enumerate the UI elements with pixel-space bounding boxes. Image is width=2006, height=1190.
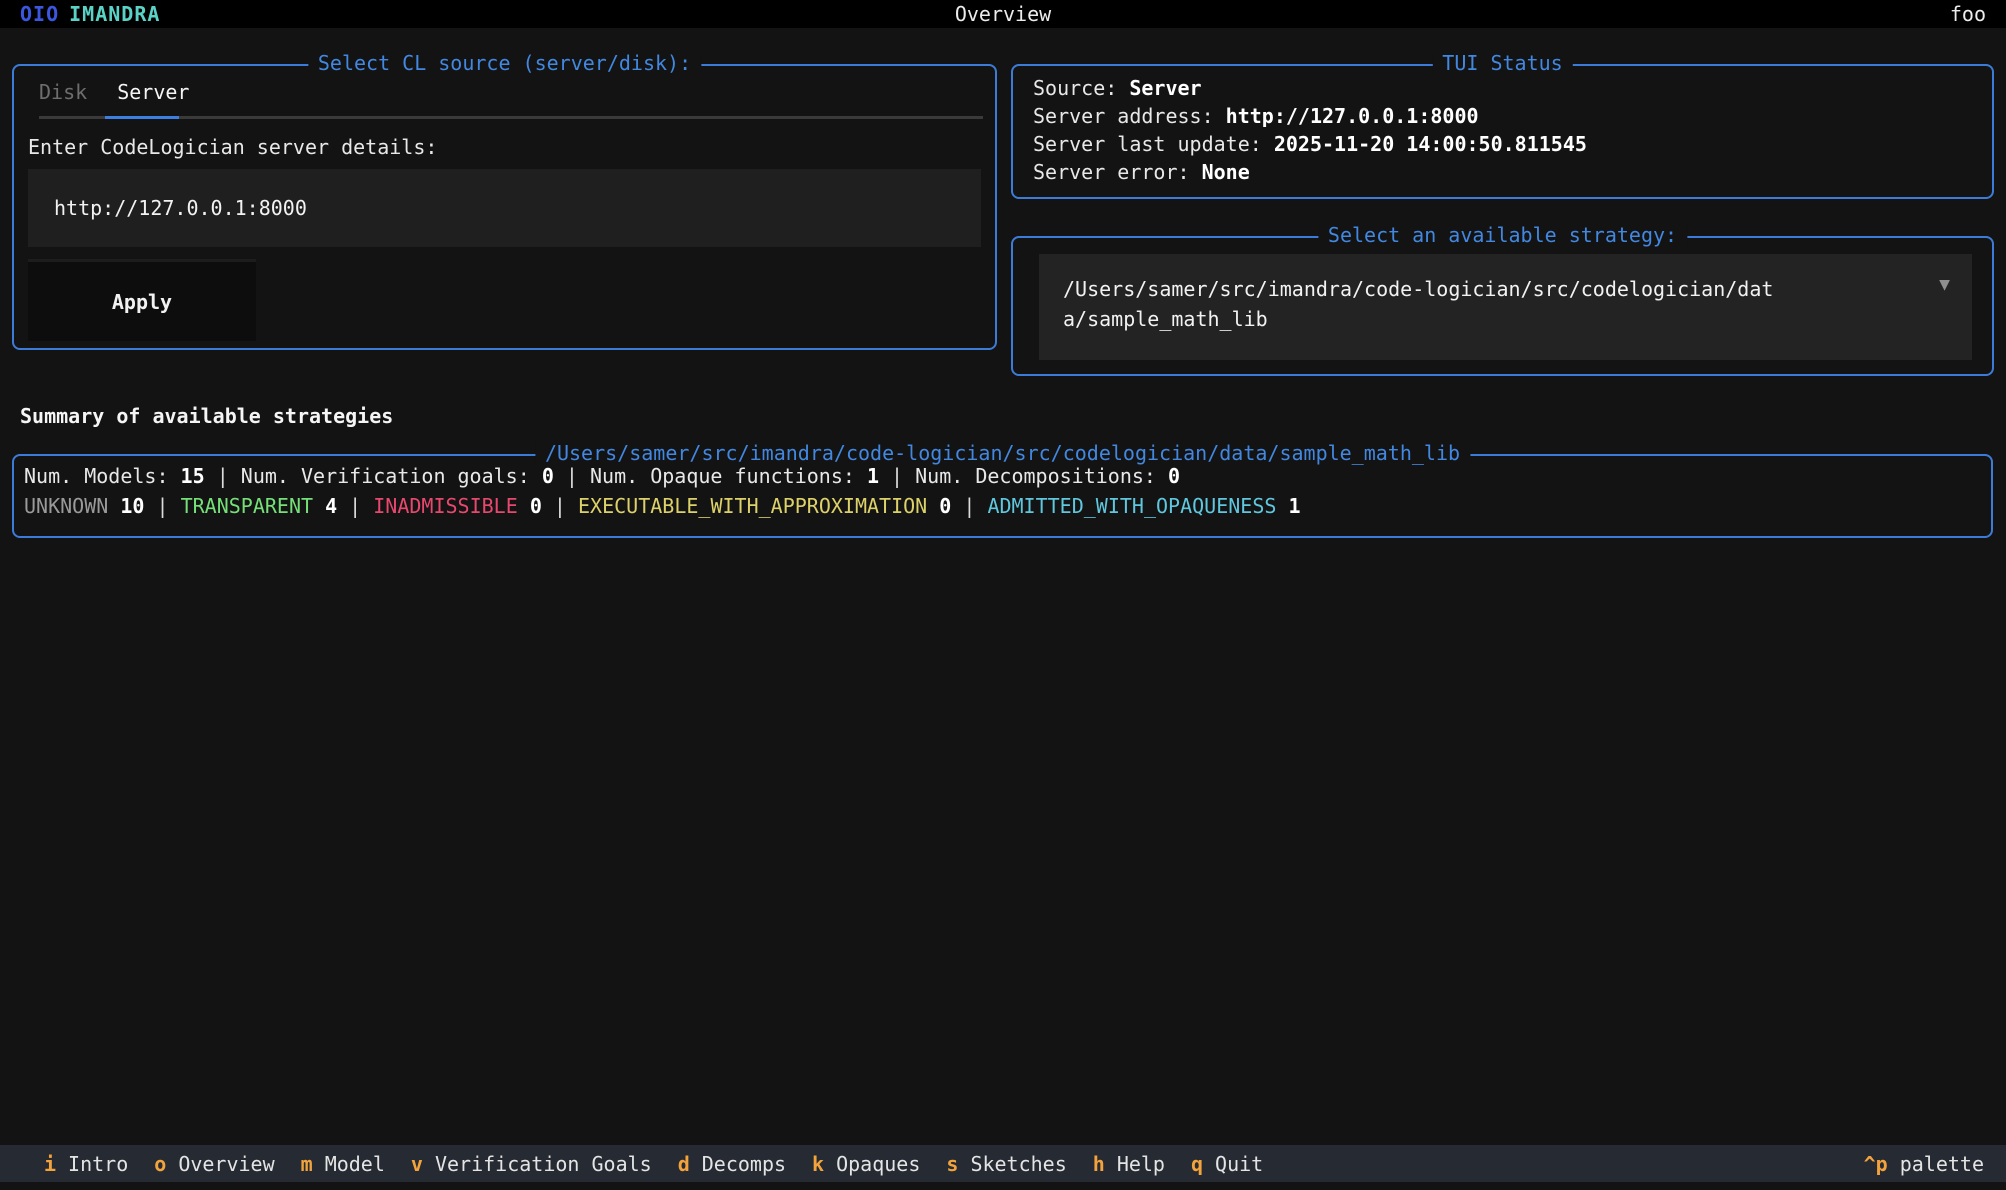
header-bar: OIO IMANDRA Overview foo <box>0 0 2006 28</box>
footer-item-verification-goals[interactable]: vVerification Goals <box>411 1152 652 1176</box>
footer-item-help[interactable]: hHelp <box>1093 1152 1165 1176</box>
tui-status-panel: TUI Status Source: Server Server address… <box>1011 64 1994 199</box>
server-details-label: Enter CodeLogician server details: <box>28 135 995 159</box>
strategy-selected-value: /Users/samer/src/imandra/code-logician/s… <box>1063 274 1783 334</box>
footer-item-quit[interactable]: qQuit <box>1191 1152 1263 1176</box>
right-column: TUI Status Source: Server Server address… <box>1011 64 1994 376</box>
tui-status-rows: Source: Server Server address: http://12… <box>1013 66 1992 194</box>
status-inadmissible-label: INADMISSIBLE <box>373 494 518 518</box>
tui-status-panel-title: TUI Status <box>1432 51 1572 75</box>
strategy-select[interactable]: /Users/samer/src/imandra/code-logician/s… <box>1039 254 1972 360</box>
active-tab-underline <box>105 116 179 119</box>
footer-item-intro[interactable]: iIntro <box>44 1152 128 1176</box>
status-row-error: Server error: None <box>1033 158 1972 186</box>
main-content: Select CL source (server/disk): Disk Ser… <box>0 28 2006 1190</box>
logo-imandra: IMANDRA <box>69 2 160 26</box>
top-row: Select CL source (server/disk): Disk Ser… <box>12 64 1994 376</box>
summary-stats-line2: UNKNOWN 10 | TRANSPARENT 4 | INADMISSIBL… <box>24 491 1981 521</box>
footer-item-sketches[interactable]: sSketches <box>946 1152 1066 1176</box>
cl-source-panel-body: Disk Server Enter CodeLogician server de… <box>14 66 995 341</box>
tab-server[interactable]: Server <box>117 80 189 104</box>
header-right-text: foo <box>1950 2 1986 26</box>
status-row-source: Source: Server <box>1033 74 1972 102</box>
status-transparent-label: TRANSPARENT <box>181 494 313 518</box>
source-tabs: Disk Server <box>14 80 995 104</box>
summary-heading: Summary of available strategies <box>20 404 1994 428</box>
chevron-down-icon: ▼ <box>1939 274 1950 295</box>
apply-button[interactable]: Apply <box>28 259 256 341</box>
footer-keybar: iIntro oOverview mModel vVerification Go… <box>0 1145 2006 1182</box>
cl-source-panel-title: Select CL source (server/disk): <box>308 51 701 75</box>
logo-oio: OIO <box>20 2 59 26</box>
tab-disk[interactable]: Disk <box>39 80 87 104</box>
status-row-last-update: Server last update: 2025-11-20 14:00:50.… <box>1033 130 1972 158</box>
server-address-value: http://127.0.0.1:8000 <box>54 196 307 220</box>
apply-button-label: Apply <box>112 290 172 314</box>
app-logo: OIO IMANDRA <box>20 2 160 26</box>
footer-item-model[interactable]: mModel <box>301 1152 385 1176</box>
summary-stats: Num. Models: 15 | Num. Verification goal… <box>14 456 1991 526</box>
strategy-panel-title: Select an available strategy: <box>1318 223 1687 247</box>
cl-source-panel: Select CL source (server/disk): Disk Ser… <box>12 64 997 350</box>
strategy-summary-panel: /Users/samer/src/imandra/code-logician/s… <box>12 454 1993 538</box>
summary-stats-line1: Num. Models: 15 | Num. Verification goal… <box>24 461 1981 491</box>
status-executable-label: EXECUTABLE_WITH_APPROXIMATION <box>578 494 927 518</box>
app-window: OIO IMANDRA Overview foo Select CL source… <box>0 0 2006 1190</box>
strategy-summary-panel-title: /Users/samer/src/imandra/code-logician/s… <box>535 441 1470 465</box>
footer-item-palette[interactable]: ^ppalette <box>1864 1152 1984 1176</box>
status-unknown-label: UNKNOWN <box>24 494 108 518</box>
strategy-panel: Select an available strategy: /Users/sam… <box>1011 236 1994 376</box>
page-title: Overview <box>955 2 1051 26</box>
status-row-address: Server address: http://127.0.0.1:8000 <box>1033 102 1972 130</box>
footer-item-decomps[interactable]: dDecomps <box>678 1152 786 1176</box>
server-address-input[interactable]: http://127.0.0.1:8000 <box>28 169 981 247</box>
tab-underline-track <box>39 116 983 119</box>
status-admitted-label: ADMITTED_WITH_OPAQUENESS <box>987 494 1276 518</box>
footer-item-opaques[interactable]: kOpaques <box>812 1152 920 1176</box>
footer-item-overview[interactable]: oOverview <box>154 1152 274 1176</box>
